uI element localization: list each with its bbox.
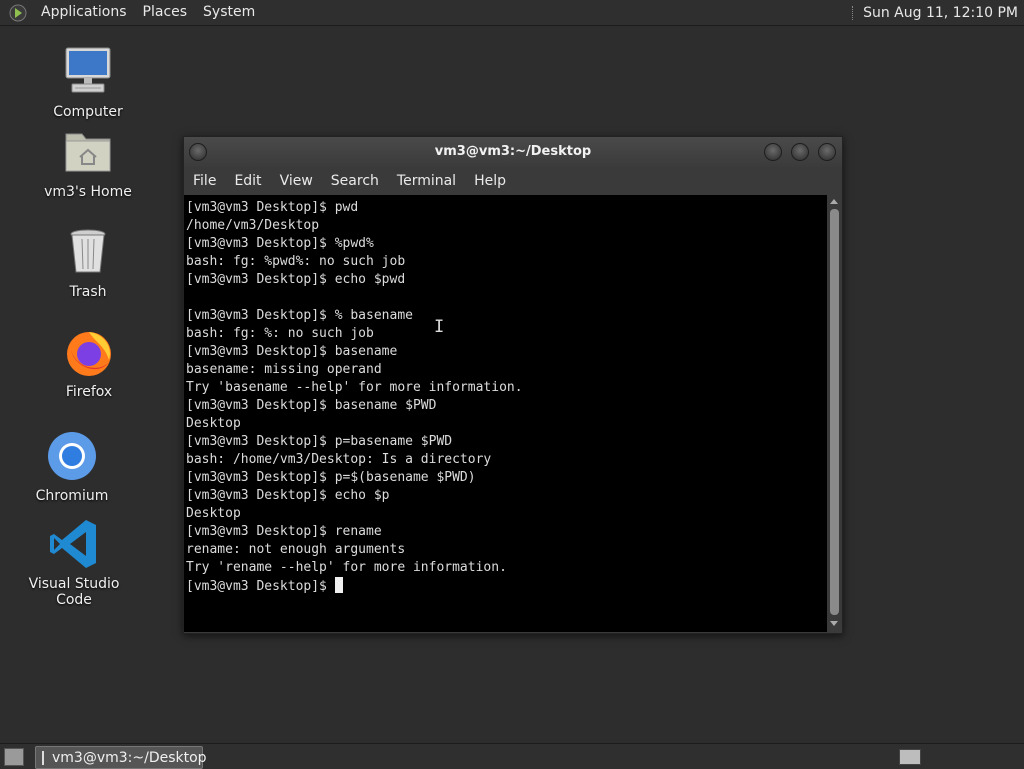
window-title: vm3@vm3:~/Desktop <box>434 144 592 159</box>
scroll-up-arrow-icon[interactable] <box>830 199 838 204</box>
terminal-line: [vm3@vm3 Desktop]$ p=basename $PWD <box>186 434 453 449</box>
menu-terminal[interactable]: Terminal <box>388 173 465 189</box>
places-menu[interactable]: Places <box>135 0 196 25</box>
desktop-icon-label: vm3's Home <box>44 184 132 200</box>
terminal-line: Try 'basename --help' for more informati… <box>186 380 523 395</box>
desktop-icon-vscode[interactable]: Visual Studio Code <box>19 516 129 608</box>
close-button[interactable] <box>818 143 836 161</box>
desktop-icon-label: Trash <box>69 284 107 300</box>
trash-icon <box>70 229 106 273</box>
firefox-icon <box>67 332 111 376</box>
terminal-menubar: File Edit View Search Terminal Help <box>184 167 842 195</box>
desktop-icon-trash[interactable]: Trash <box>33 224 143 300</box>
terminal-line: Desktop <box>186 416 241 431</box>
terminal-line: [vm3@vm3 Desktop]$ rename <box>186 524 382 539</box>
terminal-line: rename: not enough arguments <box>186 542 406 557</box>
scrollbar-thumb[interactable] <box>830 209 839 615</box>
clock[interactable]: Sun Aug 11, 12:10 PM <box>863 5 1024 21</box>
desktop-icon-chromium[interactable]: Chromium <box>17 428 127 504</box>
terminal-line: [vm3@vm3 Desktop]$ p=$(basename $PWD) <box>186 470 476 485</box>
terminal-line: Try 'rename --help' for more information… <box>186 560 507 575</box>
menu-edit[interactable]: Edit <box>225 173 270 189</box>
window-menu-button[interactable] <box>189 143 207 161</box>
computer-icon <box>65 47 111 93</box>
scroll-down-arrow-icon[interactable] <box>830 621 838 626</box>
show-desktop-icon[interactable] <box>4 748 24 766</box>
desktop-icon-label: Chromium <box>35 488 109 504</box>
terminal-line: [vm3@vm3 Desktop]$ %pwd% <box>186 236 374 251</box>
text-cursor <box>334 577 343 593</box>
terminal-task-icon <box>42 750 44 765</box>
terminal-line: basename: missing operand <box>186 362 382 377</box>
menu-view[interactable]: View <box>271 173 322 189</box>
terminal-line: [vm3@vm3 Desktop]$ echo $p <box>186 488 390 503</box>
system-menu[interactable]: System <box>195 0 263 25</box>
terminal-line: bash: /home/vm3/Desktop: Is a directory <box>186 452 492 467</box>
desktop-icon-label: Visual Studio Code <box>28 576 120 608</box>
terminal-titlebar[interactable]: vm3@vm3:~/Desktop <box>184 137 842 167</box>
desktop-icon-firefox[interactable]: Firefox <box>34 324 144 400</box>
taskbar-window-label: vm3@vm3:~/Desktop <box>52 749 207 766</box>
applications-menu[interactable]: Applications <box>33 0 135 25</box>
vscode-icon <box>50 520 96 568</box>
terminal-line: [vm3@vm3 Desktop]$ echo $pwd <box>186 272 406 287</box>
desktop-icon-computer[interactable]: Computer <box>33 44 143 120</box>
terminal-line: Desktop <box>186 506 241 521</box>
terminal-scrollbar[interactable] <box>827 195 842 632</box>
terminal-prompt: [vm3@vm3 Desktop]$ <box>186 579 335 594</box>
menu-help[interactable]: Help <box>465 173 515 189</box>
terminal-line: [vm3@vm3 Desktop]$ basename $PWD <box>186 398 437 413</box>
desktop-icon-label: Computer <box>53 104 123 120</box>
ibeam-cursor-icon: I <box>434 317 445 337</box>
applications-menu-icon[interactable] <box>9 4 27 22</box>
terminal-line: [vm3@vm3 Desktop]$ basename <box>186 344 398 359</box>
home-folder-icon <box>65 133 111 172</box>
taskbar-window-button[interactable]: vm3@vm3:~/Desktop <box>35 746 207 769</box>
workspace-switcher[interactable] <box>899 749 921 765</box>
bottom-panel: vm3@vm3:~/Desktop <box>0 743 1024 769</box>
terminal-line: bash: fg: %: no such job <box>186 326 374 341</box>
maximize-button[interactable] <box>791 143 809 161</box>
terminal-line: bash: fg: %pwd%: no such job <box>186 254 406 269</box>
panel-separator <box>852 5 855 20</box>
terminal-line: /home/vm3/Desktop <box>186 218 320 233</box>
terminal-line: [vm3@vm3 Desktop]$ pwd <box>186 200 359 215</box>
menu-search[interactable]: Search <box>322 173 388 189</box>
menu-file[interactable]: File <box>184 173 225 189</box>
top-panel: Applications Places System Sun Aug 11, 1… <box>0 0 1024 26</box>
desktop-icon-label: Firefox <box>65 384 113 400</box>
terminal-output[interactable]: [vm3@vm3 Desktop]$ pwd /home/vm3/Desktop… <box>184 195 827 632</box>
terminal-line: [vm3@vm3 Desktop]$ % basename <box>186 308 413 323</box>
minimize-button[interactable] <box>764 143 782 161</box>
chromium-icon <box>48 432 96 480</box>
terminal-window[interactable]: vm3@vm3:~/Desktop File Edit View Search … <box>183 136 843 634</box>
desktop-icon-home[interactable]: vm3's Home <box>33 124 143 200</box>
terminal-prompt-line[interactable]: [vm3@vm3 Desktop]$ <box>186 577 827 595</box>
